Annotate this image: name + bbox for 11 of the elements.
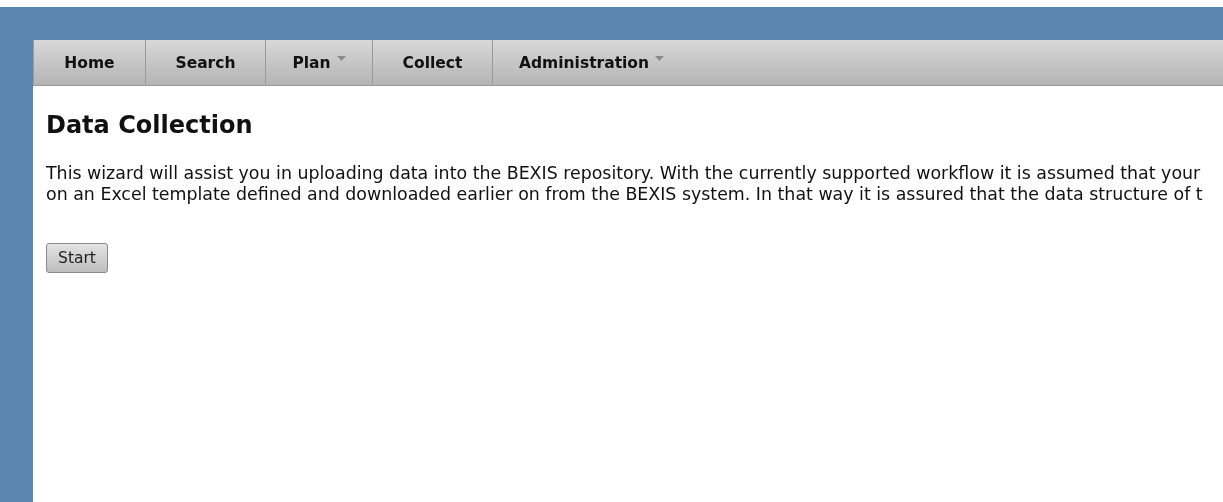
menu-item[interactable]: Home — [34, 40, 146, 85]
start-button[interactable]: Start — [46, 243, 108, 273]
menu-item[interactable]: Administration — [493, 40, 691, 85]
page-title: Data Collection — [46, 111, 254, 139]
caret-icon — [336, 56, 346, 61]
menu-item[interactable]: Collect — [373, 40, 493, 85]
caret-icon — [655, 56, 665, 61]
intro-text: This wizard will assist you in uploading data into the BEXIS repository. With the currently supported workflow it is assumed that your — [46, 163, 1201, 184]
intro-text: on an Excel template defined and downloaded earlier on from the BEXIS system. In that way it is assured that the data structure of t — [46, 184, 1203, 205]
menu-item[interactable]: Plan — [266, 40, 373, 85]
menu-item[interactable]: Search — [146, 40, 266, 85]
